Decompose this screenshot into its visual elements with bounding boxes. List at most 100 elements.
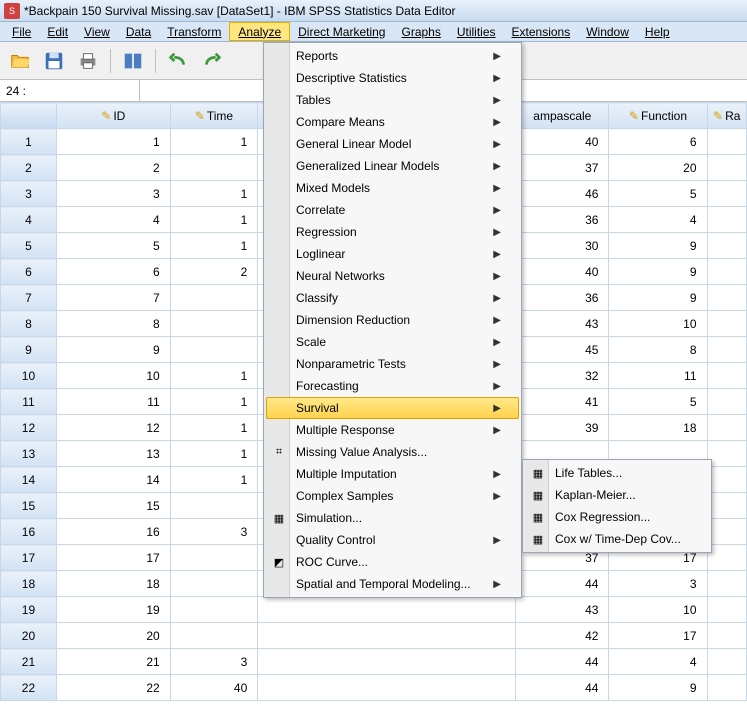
cell-id[interactable]: 1 bbox=[56, 129, 170, 155]
cell-ra[interactable] bbox=[707, 493, 747, 519]
column-header-ra[interactable]: ✎Ra bbox=[707, 103, 747, 129]
menu-item-kaplan-meier[interactable]: ▦Kaplan-Meier... bbox=[525, 484, 709, 506]
cell-function[interactable]: 20 bbox=[609, 155, 707, 181]
cell-time[interactable]: 1 bbox=[170, 181, 258, 207]
menu-view[interactable]: View bbox=[76, 22, 118, 41]
row-header[interactable]: 19 bbox=[1, 597, 57, 623]
menu-item-cox-time-dep[interactable]: ▦Cox w/ Time-Dep Cov... bbox=[525, 528, 709, 550]
menu-item-multiple-imputation[interactable]: Multiple Imputation▶ bbox=[266, 463, 519, 485]
column-header-id[interactable]: ✎ID bbox=[56, 103, 170, 129]
cell-time[interactable]: 1 bbox=[170, 441, 258, 467]
cell-tampascale[interactable]: 43 bbox=[516, 311, 609, 337]
menu-file[interactable]: File bbox=[4, 22, 39, 41]
cell-function[interactable]: 5 bbox=[609, 389, 707, 415]
row-header[interactable]: 5 bbox=[1, 233, 57, 259]
cell-tampascale[interactable]: 40 bbox=[516, 129, 609, 155]
cell-time[interactable] bbox=[170, 311, 258, 337]
cell-id[interactable]: 4 bbox=[56, 207, 170, 233]
row-header[interactable]: 14 bbox=[1, 467, 57, 493]
cell-id[interactable]: 20 bbox=[56, 623, 170, 649]
cell-ra[interactable] bbox=[707, 441, 747, 467]
cell-ra[interactable] bbox=[707, 545, 747, 571]
cell-function[interactable]: 6 bbox=[609, 129, 707, 155]
menu-item-scale[interactable]: Scale▶ bbox=[266, 331, 519, 353]
menu-item-quality-control[interactable]: Quality Control▶ bbox=[266, 529, 519, 551]
menu-item-compare-means[interactable]: Compare Means▶ bbox=[266, 111, 519, 133]
menu-analyze[interactable]: Analyze bbox=[229, 22, 290, 41]
cell-ra[interactable] bbox=[707, 623, 747, 649]
cell-id[interactable]: 17 bbox=[56, 545, 170, 571]
menu-transform[interactable]: Transform bbox=[159, 22, 229, 41]
cell-tampascale[interactable]: 39 bbox=[516, 415, 609, 441]
menu-item-nonparametric-tests[interactable]: Nonparametric Tests▶ bbox=[266, 353, 519, 375]
cell-ra[interactable] bbox=[707, 519, 747, 545]
cell-time[interactable] bbox=[170, 337, 258, 363]
table-row[interactable]: 222240449 bbox=[1, 675, 747, 701]
cell-time[interactable]: 3 bbox=[170, 519, 258, 545]
cell-time[interactable]: 1 bbox=[170, 129, 258, 155]
cell-id[interactable]: 14 bbox=[56, 467, 170, 493]
menu-item-regression[interactable]: Regression▶ bbox=[266, 221, 519, 243]
menu-item-reports[interactable]: Reports▶ bbox=[266, 45, 519, 67]
cell-function[interactable]: 9 bbox=[609, 259, 707, 285]
cell-function[interactable]: 5 bbox=[609, 181, 707, 207]
cell-function[interactable]: 11 bbox=[609, 363, 707, 389]
cell-time[interactable]: 3 bbox=[170, 649, 258, 675]
cell-id[interactable]: 15 bbox=[56, 493, 170, 519]
row-header[interactable]: 17 bbox=[1, 545, 57, 571]
cell-time[interactable] bbox=[170, 285, 258, 311]
cell-time[interactable]: 1 bbox=[170, 389, 258, 415]
menu-edit[interactable]: Edit bbox=[39, 22, 76, 41]
cell-ra[interactable] bbox=[707, 363, 747, 389]
cell-ra[interactable] bbox=[707, 675, 747, 701]
cell-tampascale[interactable]: 36 bbox=[516, 207, 609, 233]
cell-hidden[interactable] bbox=[258, 649, 516, 675]
menu-item-life-tables[interactable]: ▦Life Tables... bbox=[525, 462, 709, 484]
cell-function[interactable]: 3 bbox=[609, 571, 707, 597]
cell-function[interactable]: 8 bbox=[609, 337, 707, 363]
row-header[interactable]: 21 bbox=[1, 649, 57, 675]
cell-id[interactable]: 18 bbox=[56, 571, 170, 597]
cell-function[interactable]: 10 bbox=[609, 597, 707, 623]
menu-item-forecasting[interactable]: Forecasting▶ bbox=[266, 375, 519, 397]
menu-window[interactable]: Window bbox=[578, 22, 637, 41]
row-header[interactable]: 9 bbox=[1, 337, 57, 363]
cell-time[interactable] bbox=[170, 571, 258, 597]
menu-utilities[interactable]: Utilities bbox=[449, 22, 504, 41]
cell-time[interactable]: 1 bbox=[170, 363, 258, 389]
cell-function[interactable]: 4 bbox=[609, 649, 707, 675]
menu-item-spatial-temporal[interactable]: Spatial and Temporal Modeling...▶ bbox=[266, 573, 519, 595]
column-header-tampascale[interactable]: ampascale bbox=[516, 103, 609, 129]
cell-ra[interactable] bbox=[707, 337, 747, 363]
cell-time[interactable] bbox=[170, 493, 258, 519]
cell-function[interactable]: 18 bbox=[609, 415, 707, 441]
menu-item-mixed-models[interactable]: Mixed Models▶ bbox=[266, 177, 519, 199]
recall-dialog-button[interactable] bbox=[119, 47, 147, 75]
menu-item-classify[interactable]: Classify▶ bbox=[266, 287, 519, 309]
table-row[interactable]: 21213444 bbox=[1, 649, 747, 675]
menu-direct-marketing[interactable]: Direct Marketing bbox=[290, 22, 393, 41]
grid-corner[interactable] bbox=[1, 103, 57, 129]
cell-id[interactable]: 11 bbox=[56, 389, 170, 415]
cell-id[interactable]: 6 bbox=[56, 259, 170, 285]
menu-item-complex-samples[interactable]: Complex Samples▶ bbox=[266, 485, 519, 507]
cell-id[interactable]: 10 bbox=[56, 363, 170, 389]
cell-function[interactable]: 9 bbox=[609, 675, 707, 701]
cell-time[interactable] bbox=[170, 597, 258, 623]
cell-id[interactable]: 13 bbox=[56, 441, 170, 467]
menu-item-generalized-linear-models[interactable]: Generalized Linear Models▶ bbox=[266, 155, 519, 177]
cell-ra[interactable] bbox=[707, 129, 747, 155]
row-header[interactable]: 7 bbox=[1, 285, 57, 311]
row-header[interactable]: 3 bbox=[1, 181, 57, 207]
cell-tampascale[interactable]: 30 bbox=[516, 233, 609, 259]
cell-id[interactable]: 5 bbox=[56, 233, 170, 259]
cell-ra[interactable] bbox=[707, 285, 747, 311]
cell-tampascale[interactable]: 41 bbox=[516, 389, 609, 415]
row-header[interactable]: 1 bbox=[1, 129, 57, 155]
row-header[interactable]: 10 bbox=[1, 363, 57, 389]
cell-function[interactable]: 4 bbox=[609, 207, 707, 233]
cell-ra[interactable] bbox=[707, 649, 747, 675]
row-header[interactable]: 6 bbox=[1, 259, 57, 285]
cell-hidden[interactable] bbox=[258, 597, 516, 623]
cell-ra[interactable] bbox=[707, 233, 747, 259]
